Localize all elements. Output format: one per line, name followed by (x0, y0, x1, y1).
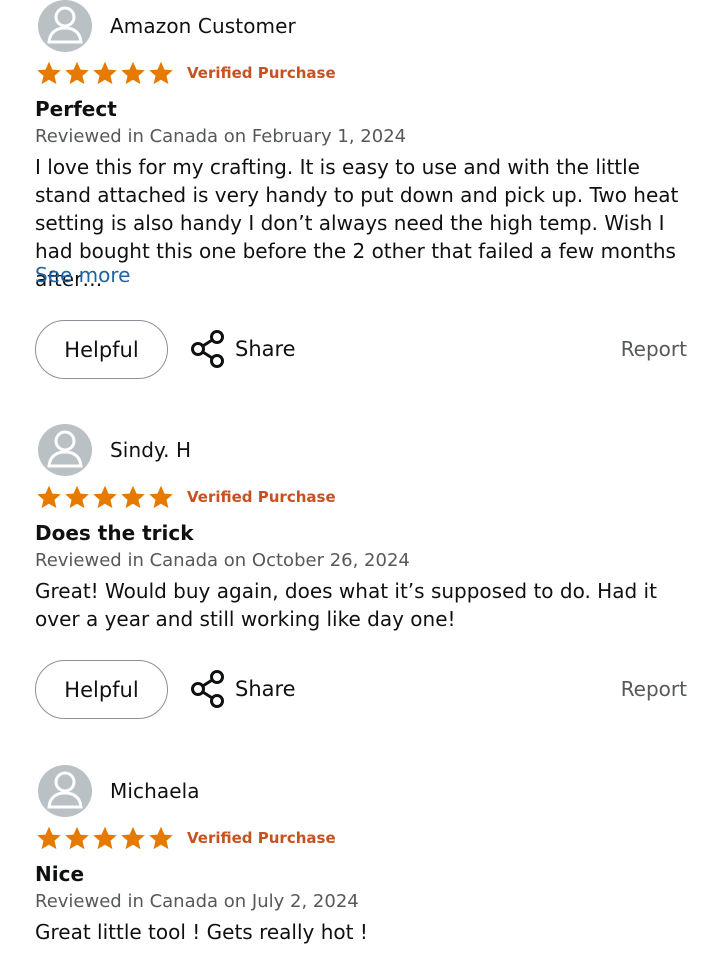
share-button[interactable]: Share (189, 329, 296, 369)
rating-row: Verified Purchase (35, 59, 336, 87)
star-icon (121, 826, 145, 849)
star-icon (93, 485, 117, 508)
star-rating[interactable] (35, 60, 175, 87)
reviewer-row: Sindy. H (38, 424, 191, 476)
reviewer-row: Michaela (38, 765, 200, 817)
rating-row: Verified Purchase (35, 824, 336, 852)
share-button[interactable]: Share (189, 669, 296, 709)
star-icon (93, 826, 117, 849)
star-icon (121, 485, 145, 508)
review-actions: Helpful Share Report (35, 660, 687, 720)
star-icon (149, 485, 173, 508)
review-date: Reviewed in Canada on October 26, 2024 (35, 550, 410, 571)
reviewer-name[interactable]: Sindy. H (110, 438, 191, 462)
verified-purchase-badge[interactable]: Verified Purchase (187, 64, 336, 82)
star-icon (93, 61, 117, 84)
review-body: I love this for my crafting. It is easy … (35, 155, 679, 291)
review-actions: Helpful Share Report (35, 320, 687, 380)
share-label: Share (235, 677, 296, 701)
helpful-button[interactable]: Helpful (35, 320, 168, 379)
report-link[interactable]: Report (621, 337, 687, 361)
review-date: Reviewed in Canada on February 1, 2024 (35, 126, 407, 147)
rating-row: Verified Purchase (35, 483, 336, 511)
report-link[interactable]: Report (621, 677, 687, 701)
reviewer-name[interactable]: Amazon Customer (110, 14, 296, 38)
share-icon (191, 330, 224, 368)
review-body: Great! Would buy again, does what it’s s… (35, 579, 657, 631)
review-card: Amazon Customer Verified Purchase Perfec… (0, 0, 720, 400)
star-icon (149, 826, 173, 849)
verified-purchase-badge[interactable]: Verified Purchase (187, 829, 336, 847)
star-icon (37, 826, 61, 849)
review-title: Perfect (35, 97, 117, 121)
star-icon (65, 485, 89, 508)
star-icon (149, 61, 173, 84)
star-icon (37, 485, 61, 508)
person-icon (38, 0, 92, 52)
review-date: Reviewed in Canada on July 2, 2024 (35, 891, 359, 912)
see-more-link[interactable]: See more (35, 263, 130, 287)
review-title: Does the trick (35, 521, 194, 545)
reviewer-name[interactable]: Michaela (110, 779, 200, 803)
verified-purchase-badge[interactable]: Verified Purchase (187, 488, 336, 506)
review-card: Sindy. H Verified Purchase Does the tric… (0, 424, 720, 724)
person-icon (38, 765, 92, 817)
star-icon (121, 61, 145, 84)
review-card: Michaela Verified Purchase Nice Reviewed… (0, 765, 720, 959)
star-icon (65, 826, 89, 849)
star-icon (37, 61, 61, 84)
share-label: Share (235, 337, 296, 361)
helpful-button[interactable]: Helpful (35, 660, 168, 719)
share-icon (191, 670, 224, 708)
reviewer-row: Amazon Customer (38, 0, 296, 52)
review-title: Nice (35, 862, 85, 886)
star-icon (65, 61, 89, 84)
star-rating[interactable] (35, 825, 175, 852)
review-body: Great little tool ! Gets really hot ! (35, 920, 368, 944)
star-rating[interactable] (35, 484, 175, 511)
person-icon (38, 424, 92, 476)
